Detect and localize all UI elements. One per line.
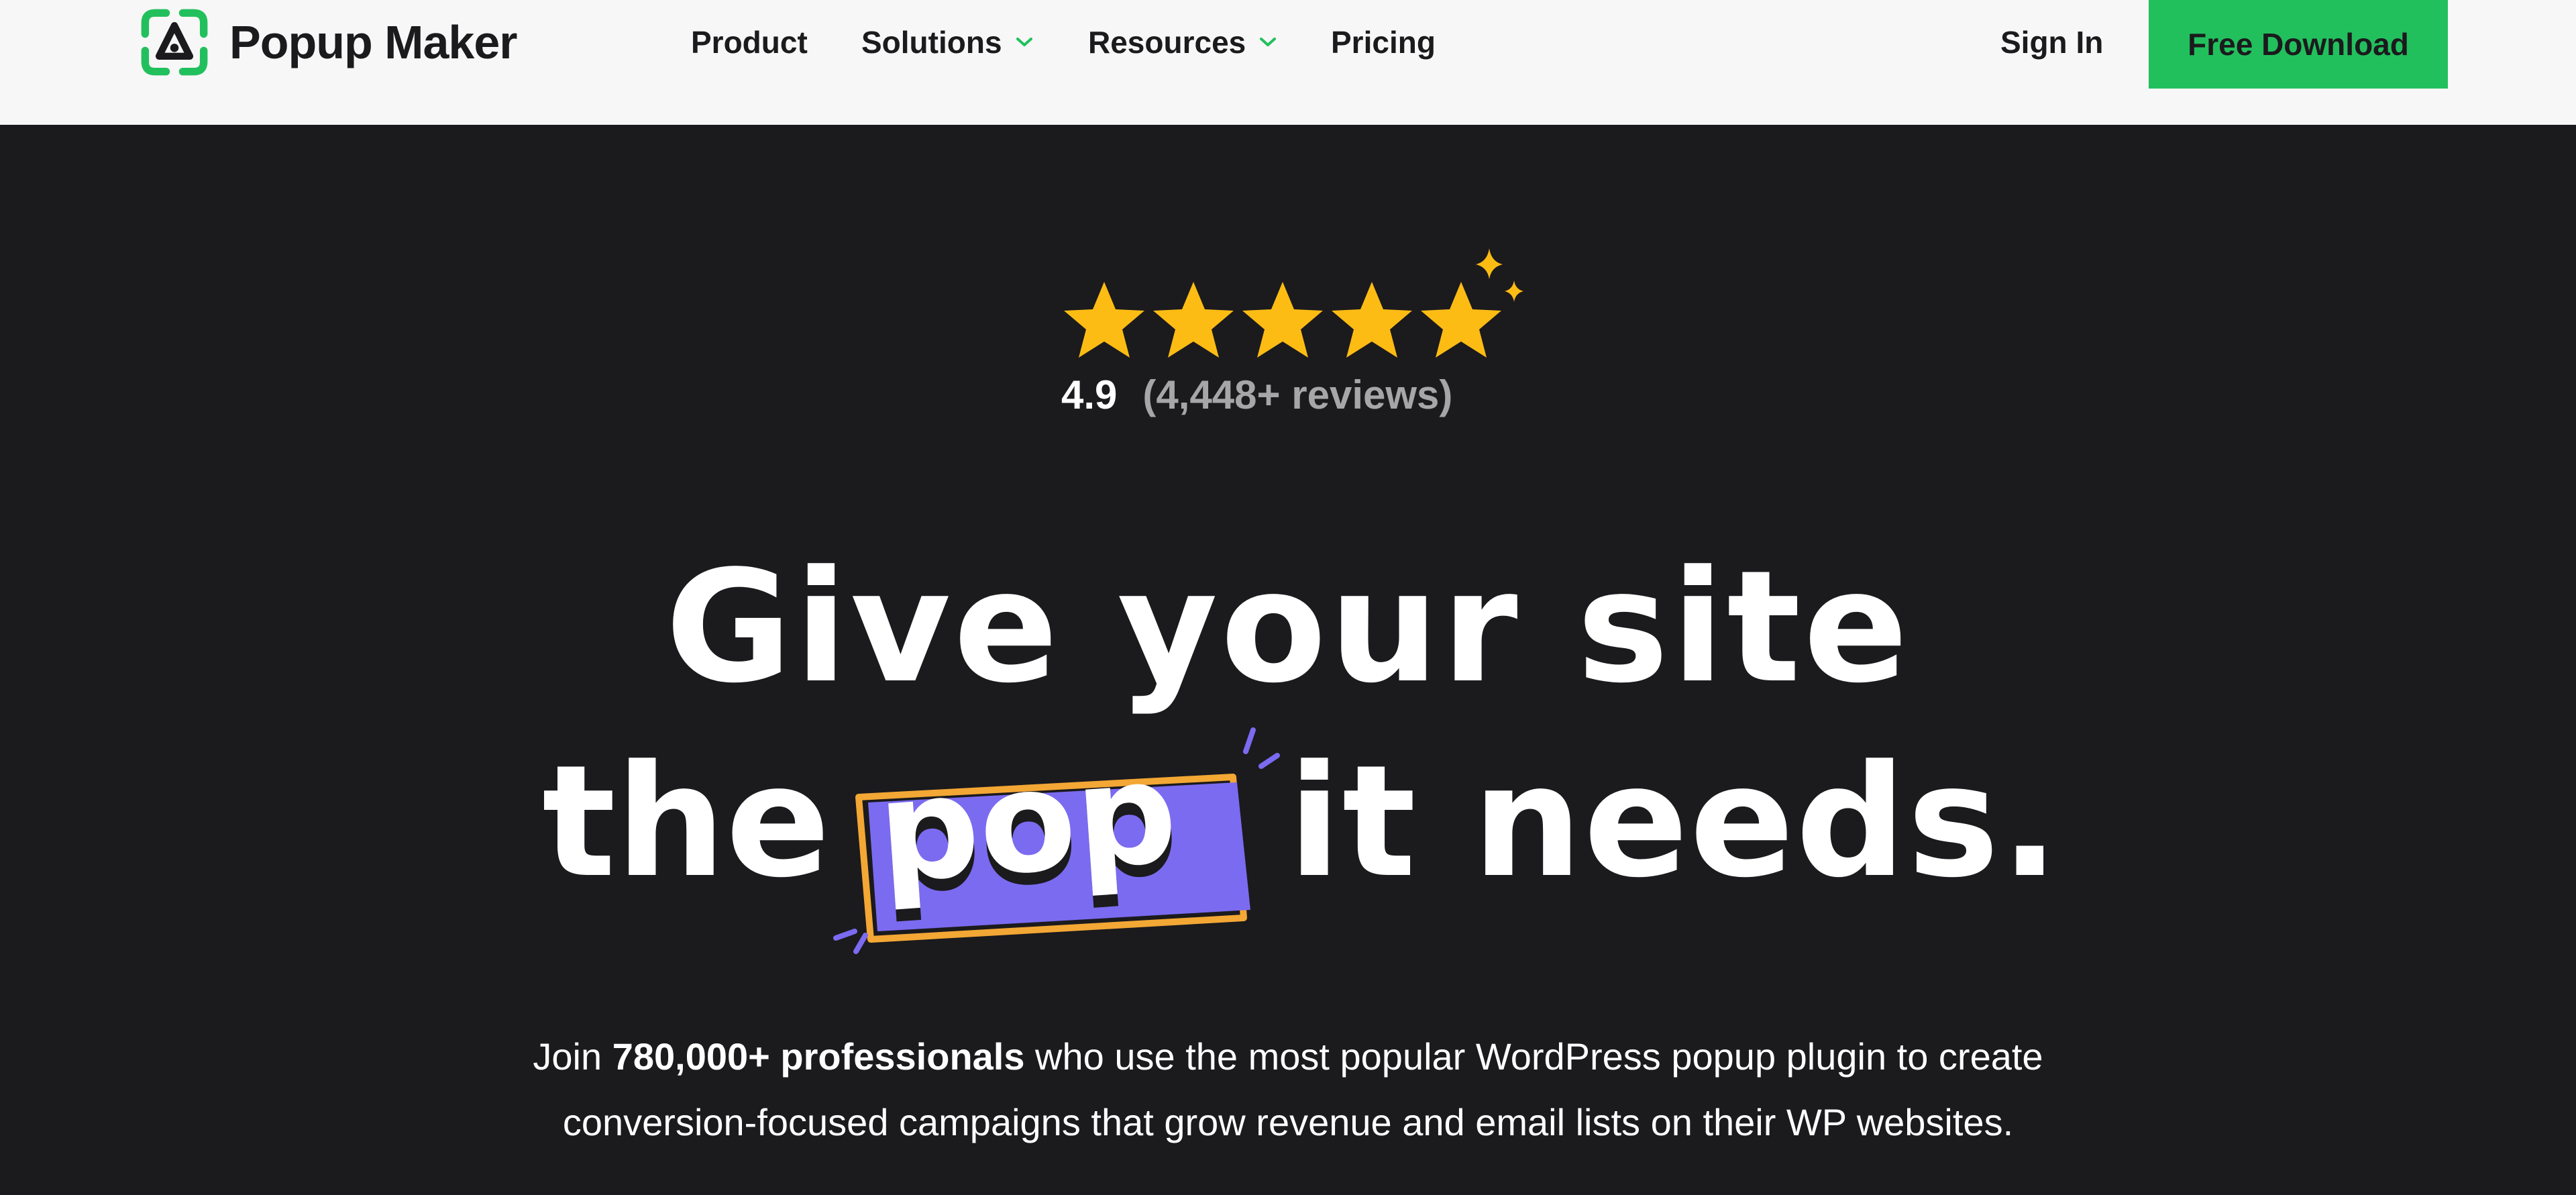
sparkle-icon [1476,248,1503,279]
rating-text: 4.9 (4,448+ reviews) [1061,372,1452,425]
star-icon [1064,282,1144,358]
subcopy-bold: 780,000+ professionals [612,1035,1025,1078]
nav-pricing-container: Pricing [1331,0,1436,85]
headline-line1: Give your site [665,538,1911,717]
rating-block [1046,235,1543,490]
star-icon [1242,282,1323,358]
nav-solutions[interactable]: Solutions [861,24,1034,60]
subcopy-line2: conversion-focused campaigns that grow r… [562,1101,2014,1143]
headline-the: the [542,733,830,912]
free-download-button[interactable]: Free Download [2149,0,2448,89]
subcopy-line1: Join 780,000+ professionals who use the … [0,1024,2576,1090]
sign-in-link[interactable]: Sign In [2000,0,2103,85]
headline-line2: the it needs. [0,735,2576,937]
star-icon [1421,282,1501,358]
hero-section: 4.9 (4,448+ reviews) Give your site the … [0,125,2576,1195]
site-header: Popup Maker Product Solutions Resources [0,0,2576,125]
nav-pricing-label: Pricing [1331,25,1436,60]
star-icon [1332,282,1412,358]
nav-resources-container: Resources [1088,0,1278,85]
chevron-down-icon [1260,38,1277,46]
nav-product[interactable]: Product [691,24,808,60]
logo-text: Popup Maker [229,16,518,68]
logo-link[interactable]: Popup Maker [140,5,518,79]
nav-product-container: Product [691,0,808,85]
popup-maker-logo-icon [141,9,208,76]
nav-resources[interactable]: Resources [1088,24,1278,60]
nav-solutions-container: Solutions [861,0,1034,85]
subcopy-line1-rest: who use the most popular WordPress popup… [1024,1035,2043,1078]
subcopy-prefix: Join [533,1035,612,1078]
rating-count: (4,448+ reviews) [1142,372,1453,417]
nav-resources-label: Resources [1088,25,1246,60]
nav-pricing[interactable]: Pricing [1331,24,1436,60]
headline-pop: pop [873,729,1182,915]
nav-solutions-label: Solutions [861,25,1002,60]
rating-score: 4.9 [1061,372,1118,417]
hero-subcopy: Join 780,000+ professionals who use the … [0,1024,2576,1155]
nav-product-label: Product [691,25,808,60]
sparkle-icon [1505,280,1523,302]
chevron-down-icon [1016,38,1032,46]
headline-rest: it needs. [1288,733,2061,912]
rating-stars [1064,248,1523,358]
star-icon [1153,282,1234,358]
